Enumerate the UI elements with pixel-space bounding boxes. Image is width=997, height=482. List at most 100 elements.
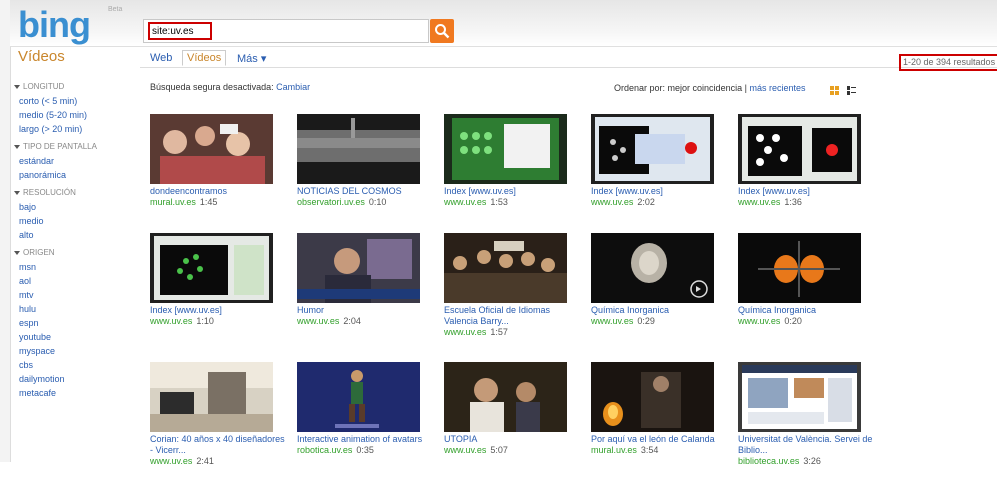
video-card[interactable]: Química Inorganica www.uv.es 0:29 <box>591 233 716 353</box>
video-source: www.uv.es <box>150 316 193 326</box>
filter-length-long[interactable]: largo (> 20 min) <box>14 122 134 136</box>
video-duration: 0:10 <box>368 197 387 207</box>
filter-section-length[interactable]: LONGITUD <box>14 82 134 94</box>
video-title-block: dondeencontramos mural.uv.es 1:45 <box>150 186 290 208</box>
video-title-link[interactable]: dondeencontramos <box>150 186 290 197</box>
video-thumbnail[interactable] <box>150 233 273 303</box>
tab-videos[interactable]: Vídeos <box>182 50 227 66</box>
video-title-link[interactable]: Index [www.uv.es] <box>591 186 731 197</box>
video-thumbnail[interactable] <box>591 114 714 184</box>
video-source: www.uv.es <box>297 316 340 326</box>
video-card[interactable]: Index [www.uv.es] www.uv.es 1:53 <box>444 114 569 234</box>
filter-source-hulu[interactable]: hulu <box>14 302 134 316</box>
video-meta: mural.uv.es 1:45 <box>150 197 290 208</box>
video-card[interactable]: NOTICIAS DEL COSMOS observatori.uv.es 0:10 <box>297 114 422 234</box>
video-thumbnail[interactable] <box>444 362 567 432</box>
filter-section-source[interactable]: ORIGEN <box>14 248 134 260</box>
video-meta: mural.uv.es 3:54 <box>591 445 731 456</box>
video-meta: robotica.uv.es 0:35 <box>297 445 437 456</box>
video-title-link[interactable]: Universitat de València. Servei de Bibli… <box>738 434 878 456</box>
filter-source-myspace[interactable]: myspace <box>14 344 134 358</box>
video-source: www.uv.es <box>738 316 781 326</box>
safe-search-notice: Búsqueda segura desactivada: Cambiar <box>150 82 310 92</box>
video-title-link[interactable]: Interactive animation of avatars <box>297 434 437 445</box>
filter-source-metacafe[interactable]: metacafe <box>14 386 134 400</box>
video-title-link[interactable]: UTOPIA <box>444 434 584 445</box>
sort-separator: | <box>744 83 747 93</box>
safe-search-change-link[interactable]: Cambiar <box>276 82 310 92</box>
video-title-link[interactable]: Index [www.uv.es] <box>150 305 290 316</box>
filter-length-short[interactable]: corto (< 5 min) <box>14 94 134 108</box>
sort-recent-link[interactable]: más recientes <box>749 83 805 93</box>
video-meta: www.uv.es 2:04 <box>297 316 437 327</box>
video-card[interactable]: UTOPIA www.uv.es 5:07 <box>444 362 569 482</box>
video-thumbnail[interactable] <box>738 114 861 184</box>
video-duration: 2:04 <box>343 316 361 326</box>
results-count: 1-20 de 394 resultados <box>899 54 997 71</box>
video-thumbnail[interactable] <box>297 114 420 184</box>
filter-section-screen[interactable]: TIPO DE PANTALLA <box>14 142 134 154</box>
video-card[interactable]: dondeencontramos mural.uv.es 1:45 <box>150 114 275 234</box>
video-meta: www.uv.es 1:36 <box>738 197 878 208</box>
video-title-link[interactable]: NOTICIAS DEL COSMOS <box>297 186 437 197</box>
video-card[interactable]: Química Inorganica www.uv.es 0:20 <box>738 233 863 353</box>
video-card[interactable]: Interactive animation of avatars robotica… <box>297 362 422 482</box>
sort-controls: Ordenar por: mejor coincidencia | más re… <box>614 83 806 93</box>
video-title-link[interactable]: Química Inorganica <box>738 305 878 316</box>
video-title-block: Química Inorganica www.uv.es 0:29 <box>591 305 731 327</box>
video-card[interactable]: Index [www.uv.es] www.uv.es 1:36 <box>738 114 863 234</box>
video-thumbnail[interactable] <box>150 114 273 184</box>
sort-label: Ordenar por: <box>614 83 666 93</box>
filter-source-mtv[interactable]: mtv <box>14 288 134 302</box>
filter-source-msn[interactable]: msn <box>14 260 134 274</box>
collapse-triangle-icon <box>14 250 20 255</box>
video-title-link[interactable]: Index [www.uv.es] <box>444 186 584 197</box>
filter-length-medium[interactable]: medio (5-20 min) <box>14 108 134 122</box>
filter-res-low[interactable]: bajo <box>14 200 134 214</box>
video-title-block: Escuela Oficial de Idiomas Valencia Barr… <box>444 305 584 338</box>
search-input[interactable] <box>148 22 212 40</box>
grid-view-icon[interactable] <box>830 86 839 95</box>
video-thumbnail[interactable] <box>591 362 714 432</box>
video-title-link[interactable]: Química Inorganica <box>591 305 731 316</box>
video-thumbnail[interactable] <box>591 233 714 303</box>
filter-res-high[interactable]: alto <box>14 228 134 242</box>
video-title-link[interactable]: Escuela Oficial de Idiomas Valencia Barr… <box>444 305 584 327</box>
collapse-triangle-icon <box>14 84 20 89</box>
video-title-link[interactable]: Por aquí va el león de Calanda <box>591 434 731 445</box>
search-button[interactable] <box>430 19 454 43</box>
video-thumbnail[interactable] <box>297 233 420 303</box>
video-card[interactable]: Index [www.uv.es] www.uv.es 1:10 <box>150 233 275 353</box>
video-title-link[interactable]: Corian: 40 años x 40 diseñadores - Vicer… <box>150 434 290 456</box>
video-card[interactable]: Por aquí va el león de Calanda mural.uv.e… <box>591 362 716 482</box>
video-card[interactable]: Humor www.uv.es 2:04 <box>297 233 422 353</box>
video-thumbnail[interactable] <box>738 362 861 432</box>
video-card[interactable]: Index [www.uv.es] www.uv.es 2:02 <box>591 114 716 234</box>
filter-screen-standard[interactable]: estándar <box>14 154 134 168</box>
video-thumbnail[interactable] <box>738 233 861 303</box>
filter-res-medium[interactable]: medio <box>14 214 134 228</box>
filter-source-aol[interactable]: aol <box>14 274 134 288</box>
filter-section-resolution[interactable]: RESOLUCIÓN <box>14 188 134 200</box>
filter-title: ORIGEN <box>23 248 55 257</box>
video-thumbnail[interactable] <box>444 114 567 184</box>
video-thumbnail[interactable] <box>444 233 567 303</box>
bing-logo[interactable]: bing <box>18 4 91 46</box>
video-card[interactable]: Corian: 40 años x 40 diseñadores - Vicer… <box>150 362 285 482</box>
video-duration: 5:07 <box>490 445 508 455</box>
filter-source-youtube[interactable]: youtube <box>14 330 134 344</box>
video-meta: www.uv.es 0:29 <box>591 316 731 327</box>
filter-screen-wide[interactable]: panorámica <box>14 168 134 182</box>
video-title-link[interactable]: Index [www.uv.es] <box>738 186 878 197</box>
filter-source-cbs[interactable]: cbs <box>14 358 134 372</box>
list-view-icon[interactable] <box>847 86 857 95</box>
video-title-link[interactable]: Humor <box>297 305 437 316</box>
tab-more[interactable]: Más ▾ <box>237 52 266 65</box>
filter-source-dailymotion[interactable]: dailymotion <box>14 372 134 386</box>
video-card[interactable]: Universitat de València. Servei de Bibli… <box>738 362 872 482</box>
video-thumbnail[interactable] <box>150 362 273 432</box>
video-thumbnail[interactable] <box>297 362 420 432</box>
tab-web[interactable]: Web <box>150 52 172 64</box>
video-card[interactable]: Escuela Oficial de Idiomas Valencia Barr… <box>444 233 569 353</box>
filter-source-espn[interactable]: espn <box>14 316 134 330</box>
